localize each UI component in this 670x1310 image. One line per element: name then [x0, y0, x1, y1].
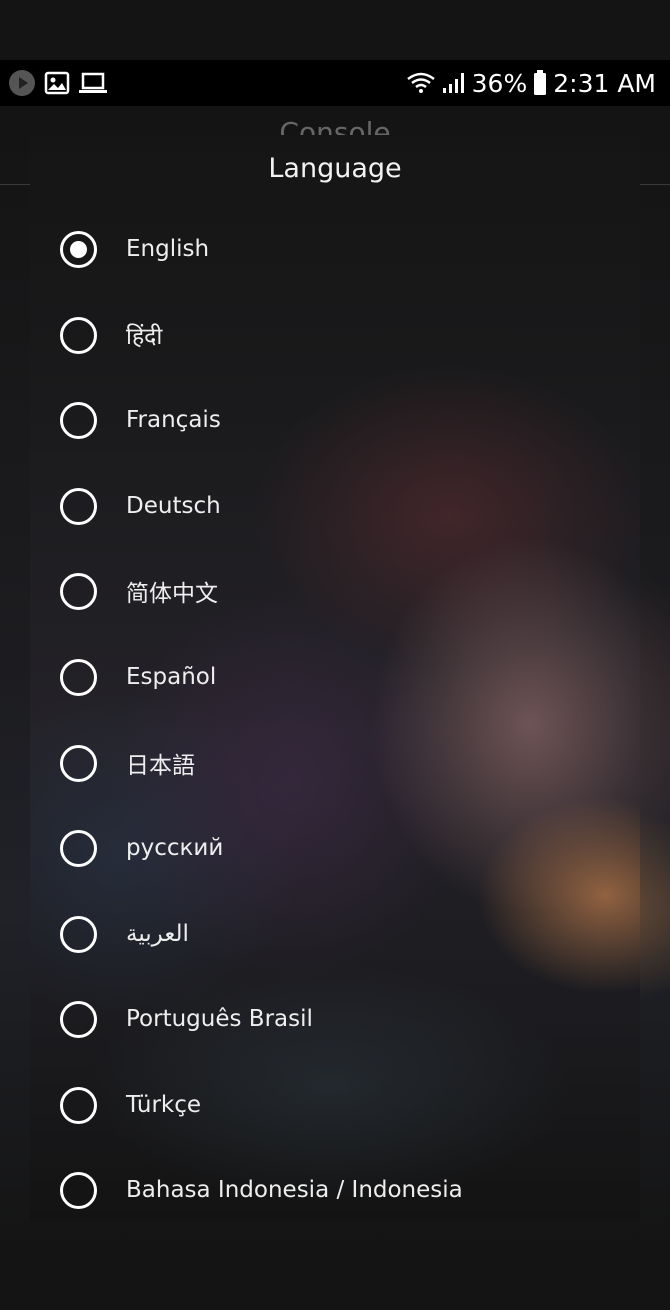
radio-button[interactable]	[60, 572, 97, 610]
language-option-indonesian[interactable]: Bahasa Indonesia / Indonesia	[30, 1147, 640, 1221]
radio-button[interactable]	[60, 744, 97, 782]
radio-button[interactable]	[60, 1171, 97, 1209]
language-label: Bahasa Indonesia / Indonesia	[126, 1177, 463, 1203]
signal-icon	[442, 71, 466, 95]
language-option-german[interactable]: Deutsch	[30, 463, 640, 549]
language-label: Deutsch	[126, 493, 221, 519]
language-label: 日本語	[126, 753, 195, 779]
image-icon	[44, 71, 70, 95]
battery-icon	[533, 70, 547, 96]
language-option-russian[interactable]: русский	[30, 805, 640, 891]
language-option-spanish[interactable]: Español	[30, 634, 640, 720]
radio-button[interactable]	[60, 915, 97, 953]
language-option-french[interactable]: Français	[30, 377, 640, 463]
radio-button[interactable]	[60, 401, 97, 439]
radio-button[interactable]	[60, 1000, 97, 1038]
language-option-japanese[interactable]: 日本語	[30, 720, 640, 806]
language-label: 简体中文	[126, 581, 218, 607]
radio-button[interactable]	[60, 487, 97, 525]
language-label: Français	[126, 407, 221, 433]
language-label: Português Brasil	[126, 1006, 313, 1032]
language-option-arabic[interactable]: العربية	[30, 891, 640, 977]
dialog-title: Language	[268, 153, 402, 184]
language-label: العربية	[126, 921, 189, 947]
radio-button-selected[interactable]	[60, 230, 97, 268]
top-letterbox	[0, 0, 670, 60]
language-option-english[interactable]: English	[30, 206, 640, 292]
radio-button[interactable]	[60, 829, 97, 867]
clock: 2:31 AM	[553, 68, 656, 98]
play-icon	[8, 69, 36, 97]
language-option-turkish[interactable]: Türkçe	[30, 1062, 640, 1148]
battery-percent: 36%	[471, 68, 528, 98]
language-label: русский	[126, 835, 224, 861]
language-dialog: Language English हिंदी Français Deutsch …	[30, 135, 640, 1221]
wifi-icon	[406, 71, 436, 95]
language-label: English	[126, 236, 210, 262]
language-label: Türkçe	[126, 1092, 202, 1118]
radio-button[interactable]	[60, 1086, 97, 1124]
status-bar: 36% 2:31 AM	[0, 60, 670, 106]
language-option-portuguese-brasil[interactable]: Português Brasil	[30, 976, 640, 1062]
radio-button[interactable]	[60, 316, 97, 354]
language-option-chinese[interactable]: 简体中文	[30, 548, 640, 634]
radio-button[interactable]	[60, 658, 97, 696]
language-label: Español	[126, 664, 217, 690]
bottom-letterbox	[0, 1251, 670, 1310]
language-option-hindi[interactable]: हिंदी	[30, 292, 640, 378]
laptop-icon	[78, 71, 108, 95]
language-label: हिंदी	[126, 324, 163, 350]
